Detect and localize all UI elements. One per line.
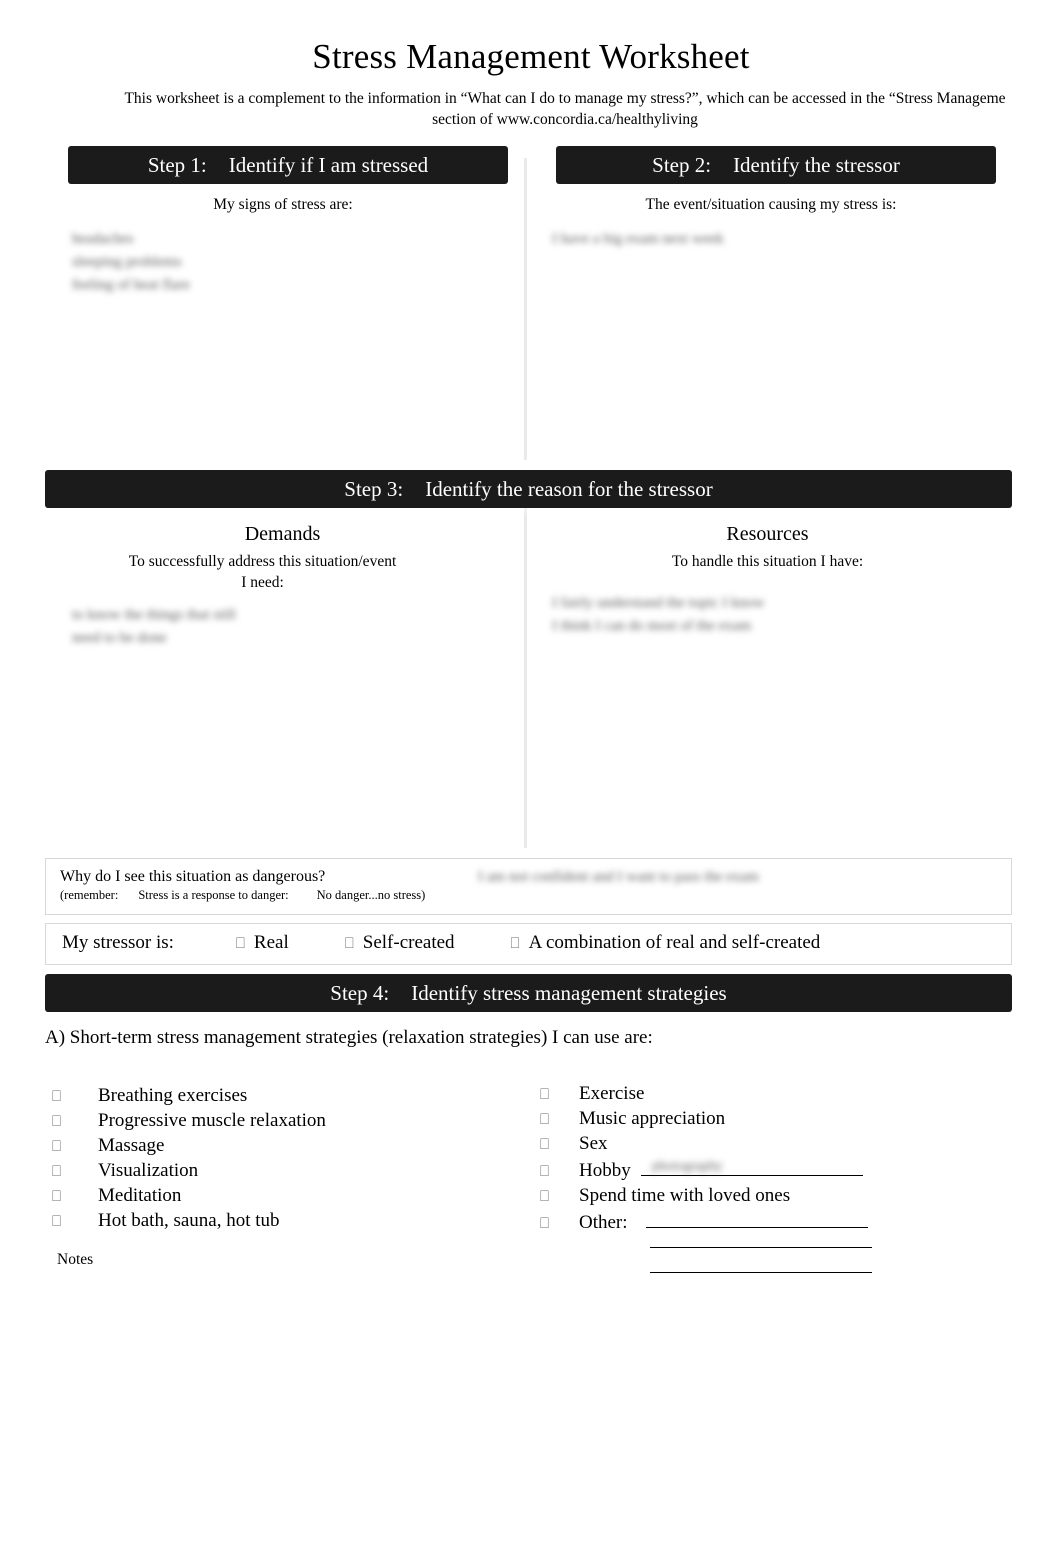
short-term-strategies-left-list: ⎕ Breathing exercises ⎕ Progressive muscle…	[52, 1084, 512, 1234]
list-item[interactable]: ⎕ Hot bath, sauna, hot tub	[52, 1209, 512, 1234]
step-2-heading: Identify the stressor	[733, 153, 900, 177]
list-item-label: Breathing exercises	[98, 1085, 248, 1106]
remember-prefix: (remember:	[60, 888, 119, 902]
resources-answer-redacted: I fairly understand the topic I know I t…	[552, 595, 765, 634]
danger-answer-redacted: I am not confident and I want to pass th…	[478, 869, 759, 885]
list-item-label: Meditation	[98, 1185, 182, 1206]
stressor-option-self-created-label: Self-created	[362, 932, 455, 953]
other-extra-rule-1[interactable]	[650, 1247, 872, 1248]
list-item-label: Music appreciation	[579, 1108, 726, 1129]
checkbox-icon[interactable]: ⎕	[52, 1084, 63, 1109]
demands-prompt-line-2: I need:	[241, 574, 284, 591]
list-item-label: Other:	[579, 1212, 628, 1233]
step-4-number: Step 4:	[330, 981, 390, 1005]
column-divider-bottom	[524, 478, 527, 848]
checkbox-icon[interactable]: ⎕	[52, 1134, 63, 1159]
checkbox-icon[interactable]: ⎕	[540, 1082, 551, 1107]
checkbox-icon[interactable]: ⎕	[52, 1109, 63, 1134]
hobby-value-redacted: photography	[652, 1159, 723, 1174]
other-fill-rule[interactable]	[645, 1209, 868, 1228]
list-item-label: Spend time with loved ones	[579, 1185, 791, 1206]
list-item[interactable]: ⎕ Progressive muscle relaxation	[52, 1109, 512, 1134]
list-item-label: Visualization	[98, 1160, 199, 1181]
danger-question-label: Why do I see this situation as dangerous…	[60, 868, 326, 885]
step-2-prompt: The event/situation causing my stress is…	[645, 196, 897, 213]
stressor-type-row: My stressor is: ⎕ Real ⎕ Self-created ⎕ A comb…	[62, 930, 820, 956]
checkbox-icon[interactable]: ⎕	[540, 1211, 551, 1236]
list-item[interactable]: ⎕ Music appreciation	[540, 1107, 960, 1132]
step-2-banner: Step 2: Identify the stressor	[556, 146, 996, 184]
list-item-label: Massage	[98, 1135, 165, 1156]
step-1-prompt: My signs of stress are:	[213, 196, 353, 213]
list-item-label: Hot bath, sauna, hot tub	[98, 1210, 280, 1231]
checkbox-icon[interactable]: ⎕	[236, 930, 245, 956]
step-2-answer-redacted: I have a big exam next week	[552, 231, 724, 247]
other-extra-rule-2[interactable]	[650, 1272, 872, 1273]
list-item[interactable]: ⎕ Other:	[540, 1209, 960, 1236]
stressor-option-real-label: Real	[253, 932, 289, 953]
step-2-number: Step 2:	[652, 153, 712, 177]
stressor-option-real[interactable]: ⎕ Real	[236, 932, 289, 953]
resources-title: Resources	[726, 523, 809, 545]
stressor-option-combination-label: A combination of real and self-created	[528, 932, 821, 953]
checkbox-icon[interactable]: ⎕	[52, 1184, 63, 1209]
stressor-type-label: My stressor is:	[62, 932, 174, 953]
stressor-option-self-created[interactable]: ⎕ Self-created	[345, 932, 455, 953]
column-divider-top	[524, 158, 527, 460]
demands-prompt: To successfully address this situation/e…	[60, 551, 465, 593]
step-1-number: Step 1:	[147, 153, 207, 177]
list-item-label: Hobby	[579, 1160, 631, 1181]
step-4-banner: Step 4: Identify stress management strate…	[45, 974, 1012, 1012]
list-item[interactable]: ⎕ Meditation	[52, 1184, 512, 1209]
step-3-heading: Identify the reason for the stressor	[425, 477, 713, 501]
checkbox-icon[interactable]: ⎕	[540, 1132, 551, 1157]
remember-middle: Stress is a response to danger:	[138, 888, 289, 902]
list-item[interactable]: ⎕ Massage	[52, 1134, 512, 1159]
checkbox-icon[interactable]: ⎕	[540, 1184, 551, 1209]
checkbox-icon[interactable]: ⎕	[52, 1209, 63, 1234]
page-title: Stress Management Worksheet	[312, 37, 750, 76]
checkbox-icon[interactable]: ⎕	[52, 1159, 63, 1184]
step-4-heading: Identify stress management strategies	[411, 981, 727, 1005]
notes-label: Notes	[57, 1251, 94, 1268]
checkbox-icon[interactable]: ⎕	[345, 930, 354, 956]
list-item-label: Progressive muscle relaxation	[98, 1110, 326, 1131]
danger-remember-note: (remember: Stress is a response to danger…	[60, 887, 425, 904]
list-item[interactable]: ⎕ Breathing exercises	[52, 1084, 512, 1109]
checkbox-icon[interactable]: ⎕	[540, 1107, 551, 1132]
stressor-option-combination[interactable]: ⎕ A combination of real and self-created	[511, 932, 821, 953]
step-1-banner: Step 1: Identify if I am stressed	[68, 146, 508, 184]
subtitle-line-2: section of www.concordia.ca/healthylivin…	[432, 111, 698, 128]
list-item[interactable]: ⎕ Visualization	[52, 1159, 512, 1184]
worksheet-page: Stress Management Worksheet This workshe…	[0, 0, 1062, 1553]
step-1-answer-redacted: headaches sleeping problems feeling of h…	[72, 231, 190, 293]
resources-prompt: To handle this situation I have:	[671, 553, 864, 570]
list-item[interactable]: ⎕ Exercise	[540, 1082, 960, 1107]
step-1-heading: Identify if I am stressed	[228, 153, 429, 177]
step-3-number: Step 3:	[344, 477, 404, 501]
checkbox-icon[interactable]: ⎕	[511, 930, 520, 956]
list-item-label: Sex	[579, 1133, 608, 1154]
demands-prompt-line-1: To successfully address this situation/e…	[128, 553, 397, 570]
list-item[interactable]: ⎕ Spend time with loved ones	[540, 1184, 960, 1209]
list-item[interactable]: ⎕ Sex	[540, 1132, 960, 1157]
demands-title: Demands	[244, 523, 321, 545]
strategies-intro: A) Short-term stress management strategi…	[45, 1027, 653, 1048]
step-3-banner: Step 3: Identify the reason for the stres…	[45, 470, 1012, 508]
list-item-label: Exercise	[579, 1083, 645, 1104]
remember-suffix: No danger...no stress)	[316, 888, 426, 902]
demands-answer-redacted: to know the things that still need to be…	[72, 607, 236, 646]
page-subtitle: This worksheet is a complement to the in…	[60, 88, 1062, 130]
checkbox-icon[interactable]: ⎕	[540, 1159, 551, 1184]
subtitle-line-1: This worksheet is a complement to the in…	[124, 90, 1006, 107]
